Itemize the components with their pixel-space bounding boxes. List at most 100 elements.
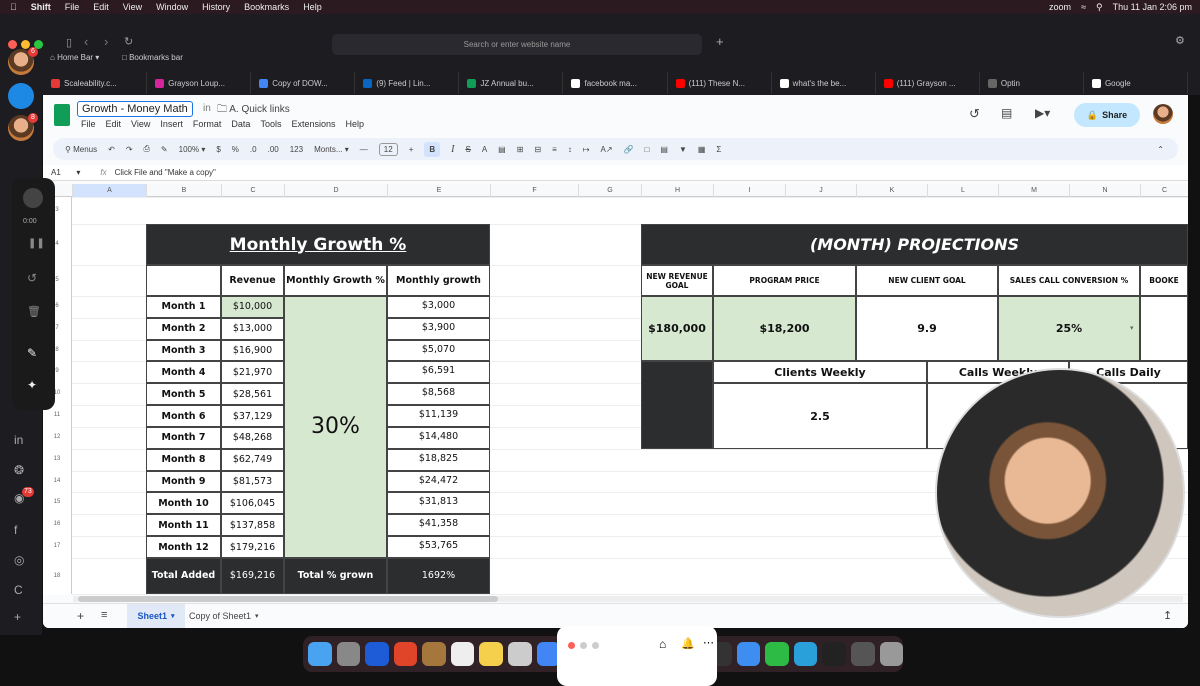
browser-tab[interactable]: (111) Grayson ... <box>876 72 980 94</box>
undo-icon[interactable]: ↶ <box>108 145 115 154</box>
close-popup-button[interactable] <box>568 642 575 649</box>
user-avatar[interactable] <box>1153 104 1173 124</box>
back-button[interactable]: ‹ <box>84 34 88 49</box>
menu-file[interactable]: File <box>81 119 96 129</box>
font-size-decrease[interactable]: — <box>360 145 368 154</box>
comments-icon[interactable]: ▤ <box>1001 106 1012 120</box>
row-header[interactable]: 15 <box>43 492 72 515</box>
menu-help[interactable]: Help <box>303 2 322 12</box>
merge-cells-icon[interactable]: ⊟ <box>534 145 541 154</box>
column-header[interactable]: H <box>641 184 713 197</box>
document-title-input[interactable]: Growth - Money Math <box>77 101 193 117</box>
version-history-icon[interactable]: ↺ <box>969 106 980 122</box>
explore-button[interactable]: ↥ <box>1163 609 1172 622</box>
column-header[interactable]: I <box>713 184 785 197</box>
address-bar[interactable]: Search or enter website name <box>332 34 702 55</box>
zoom-status[interactable]: zoom <box>1049 2 1071 12</box>
all-sheets-button[interactable]: ≡ <box>101 609 107 621</box>
folder-link[interactable]: 🗀 A. Quick links <box>217 102 290 119</box>
close-window-button[interactable] <box>8 40 17 49</box>
search-icon[interactable]: ⚲ <box>1096 2 1103 13</box>
bold-button[interactable]: B <box>424 141 441 157</box>
menu-data[interactable]: Data <box>231 119 250 129</box>
menu-help[interactable]: Help <box>345 119 364 129</box>
dock-app-icon[interactable] <box>765 642 789 666</box>
filter-icon[interactable]: ▼ <box>679 145 687 154</box>
browser-tab[interactable]: Scaleability.c... <box>43 72 148 94</box>
dropdown-arrow-icon[interactable]: ▾ <box>1130 324 1134 332</box>
dock-app-icon[interactable] <box>450 642 475 666</box>
menu-window[interactable]: Window <box>156 2 188 12</box>
browser-tab[interactable]: what's the be... <box>772 72 876 94</box>
add-sheet-button[interactable]: + <box>77 609 84 623</box>
dock-app-icon[interactable] <box>850 642 875 666</box>
menu-format[interactable]: Format <box>193 119 222 129</box>
dock-app-icon[interactable] <box>308 642 332 666</box>
print-icon[interactable]: ⎙ <box>144 144 150 154</box>
dock-app-icon[interactable] <box>822 642 846 666</box>
row-header[interactable]: 13 <box>43 448 72 471</box>
link-icon[interactable]: 🔗 <box>624 145 634 154</box>
pause-icon[interactable]: ❚❚ <box>28 238 45 249</box>
currency-button[interactable]: $ <box>216 145 220 154</box>
menu-edit[interactable]: Edit <box>106 119 122 129</box>
valign-icon[interactable]: ↕ <box>568 145 572 154</box>
app-name[interactable]: Shift <box>31 2 51 12</box>
openai-icon[interactable]: ❂ <box>14 463 24 477</box>
browser-tab[interactable]: Grayson Loup... <box>147 72 252 94</box>
collapse-toolbar-icon[interactable]: ⌃ <box>1157 145 1164 154</box>
menus-search[interactable]: ⚲ Menus <box>65 145 97 154</box>
bell-icon[interactable]: 🔔 <box>681 637 695 650</box>
column-header[interactable]: B <box>146 184 221 197</box>
browser-tab[interactable]: Copy of DOW... <box>251 72 356 94</box>
menu-history[interactable]: History <box>202 2 230 12</box>
column-header[interactable]: E <box>387 184 490 197</box>
row-header[interactable]: 17 <box>43 536 72 558</box>
column-header[interactable]: M <box>998 184 1069 197</box>
browser-tab[interactable]: Optin <box>980 72 1084 94</box>
apple-icon[interactable]:  <box>10 2 17 12</box>
zoom-select[interactable]: 100% ▾ <box>179 145 206 154</box>
pen-icon[interactable]: ✎ <box>27 346 37 360</box>
minimize-popup-button[interactable] <box>580 642 587 649</box>
settings-gear-icon[interactable]: ⚙ <box>1175 34 1185 47</box>
column-header[interactable]: C <box>1140 184 1188 197</box>
column-header[interactable]: L <box>927 184 998 197</box>
sheets-logo-icon[interactable] <box>54 104 70 126</box>
paint-format-icon[interactable]: ✎ <box>161 145 168 154</box>
menu-tools[interactable]: Tools <box>260 119 281 129</box>
dock-app-icon[interactable] <box>793 642 818 666</box>
dock-app-icon[interactable] <box>422 642 446 666</box>
restart-icon[interactable]: ↺ <box>27 271 37 285</box>
sidebar-toggle-icon[interactable]: ▯ <box>66 36 72 49</box>
row-header[interactable]: 18 <box>43 557 72 594</box>
strikethrough-icon[interactable]: S <box>465 145 470 154</box>
fill-color-icon[interactable]: ▤ <box>498 145 506 154</box>
magic-icon[interactable]: ✦ <box>27 378 37 392</box>
column-header[interactable]: N <box>1069 184 1140 197</box>
app-icon[interactable]: ◎ <box>14 553 24 567</box>
forward-button[interactable]: › <box>104 34 108 49</box>
percent-button[interactable]: % <box>232 145 239 154</box>
menu-view[interactable]: View <box>123 2 142 12</box>
menu-insert[interactable]: Insert <box>160 119 183 129</box>
increase-decimal-button[interactable]: .00 <box>268 145 279 154</box>
column-header[interactable]: D <box>284 184 387 197</box>
dock-app-icon[interactable] <box>365 642 389 666</box>
name-box[interactable]: A1 ▾ <box>51 168 80 177</box>
linkedin-icon[interactable]: in <box>14 433 23 447</box>
menu-view[interactable]: View <box>131 119 150 129</box>
new-tab-button[interactable]: + <box>716 34 724 49</box>
dock-app-icon[interactable] <box>336 642 361 666</box>
browser-tab[interactable]: Google <box>1084 72 1189 94</box>
menu-bookmarks[interactable]: Bookmarks <box>244 2 289 12</box>
bookmarks-bar-button[interactable]: □ Bookmarks bar <box>122 53 183 62</box>
stop-recording-button[interactable] <box>23 188 43 208</box>
browser-tab[interactable]: JZ Annual bu... <box>459 72 564 94</box>
chart-icon[interactable]: ▤ <box>660 145 668 154</box>
dock-app-icon[interactable] <box>508 642 532 666</box>
functions-icon[interactable]: Σ <box>716 145 721 154</box>
more-options-icon[interactable]: ⋯ <box>703 636 714 649</box>
column-header[interactable]: J <box>785 184 856 197</box>
comment-icon[interactable]: □ <box>645 145 650 154</box>
